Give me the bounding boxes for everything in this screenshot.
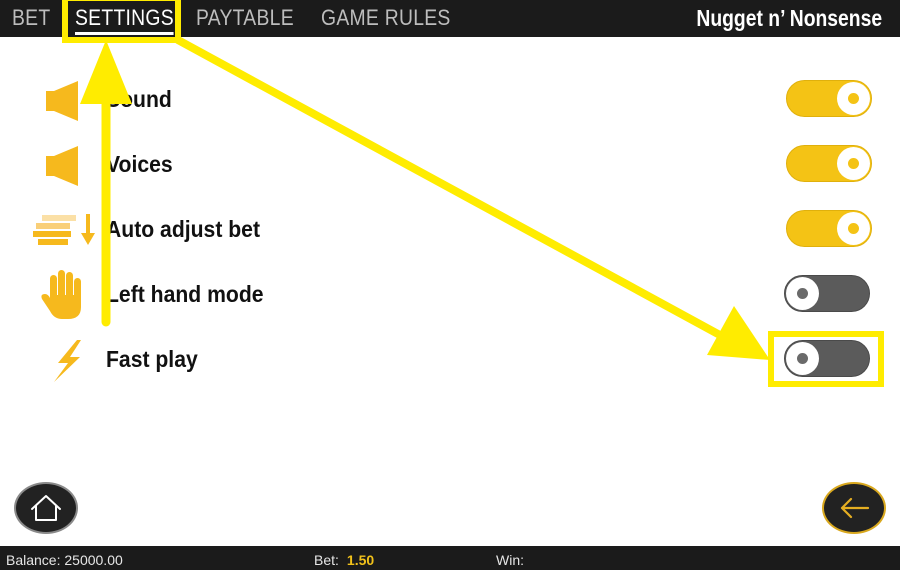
top-nav-bar: BET SETTINGS PAYTABLE GAME RULES Nugget … <box>0 0 900 37</box>
setting-row-sound: Sound <box>0 70 900 130</box>
toggle-knob <box>786 342 819 375</box>
bet-value: 1.50 <box>346 552 375 568</box>
game-title: Nugget n’ Nonsense <box>696 5 882 31</box>
tab-bet-label: BET <box>12 5 51 30</box>
setting-label-voices: Voices <box>106 151 173 177</box>
setting-row-voices: Voices <box>0 135 900 195</box>
tab-paytable[interactable]: PAYTABLE <box>196 0 294 37</box>
setting-label-left-hand-mode: Left hand mode <box>106 281 264 307</box>
speaker-icon <box>30 70 100 130</box>
speaker-icon <box>30 135 100 195</box>
win-label: Win: <box>496 552 524 568</box>
toggle-knob <box>837 212 870 245</box>
back-button[interactable] <box>822 482 886 534</box>
tab-game-rules[interactable]: GAME RULES <box>321 0 451 37</box>
arrow-left-icon <box>840 497 870 519</box>
tab-game-rules-label: GAME RULES <box>321 5 451 30</box>
tab-paytable-label: PAYTABLE <box>196 5 294 30</box>
toggle-knob <box>786 277 819 310</box>
toggle-knob <box>837 82 870 115</box>
setting-label-fast-play: Fast play <box>106 346 198 372</box>
setting-label-sound: Sound <box>106 86 172 112</box>
setting-row-left-hand-mode: Left hand mode <box>0 265 900 325</box>
bet-label: Bet: <box>314 552 339 568</box>
auto-adjust-bet-toggle[interactable] <box>786 210 872 247</box>
voices-toggle[interactable] <box>786 145 872 182</box>
hand-icon <box>30 265 100 325</box>
setting-row-fast-play: Fast play <box>0 330 900 390</box>
home-button[interactable] <box>14 482 78 534</box>
left-hand-mode-toggle[interactable] <box>784 275 870 312</box>
fast-play-toggle[interactable] <box>784 340 870 377</box>
toggle-knob <box>837 147 870 180</box>
setting-label-auto-adjust-bet: Auto adjust bet <box>106 216 260 242</box>
tab-settings-label: SETTINGS <box>75 5 174 35</box>
tab-bet[interactable]: BET <box>12 0 50 37</box>
status-bar: Balance: 25000.00 Bet: 1.50 Win: <box>0 546 900 570</box>
tab-settings[interactable]: SETTINGS <box>75 0 174 37</box>
lightning-icon <box>30 330 100 390</box>
balance-label: Balance: <box>6 552 61 568</box>
home-icon <box>31 495 61 521</box>
setting-row-auto-adjust-bet: Auto adjust bet <box>0 200 900 260</box>
coin-stack-down-arrow-icon <box>30 200 100 260</box>
balance-value: 25000.00 <box>64 552 123 568</box>
sound-toggle[interactable] <box>786 80 872 117</box>
